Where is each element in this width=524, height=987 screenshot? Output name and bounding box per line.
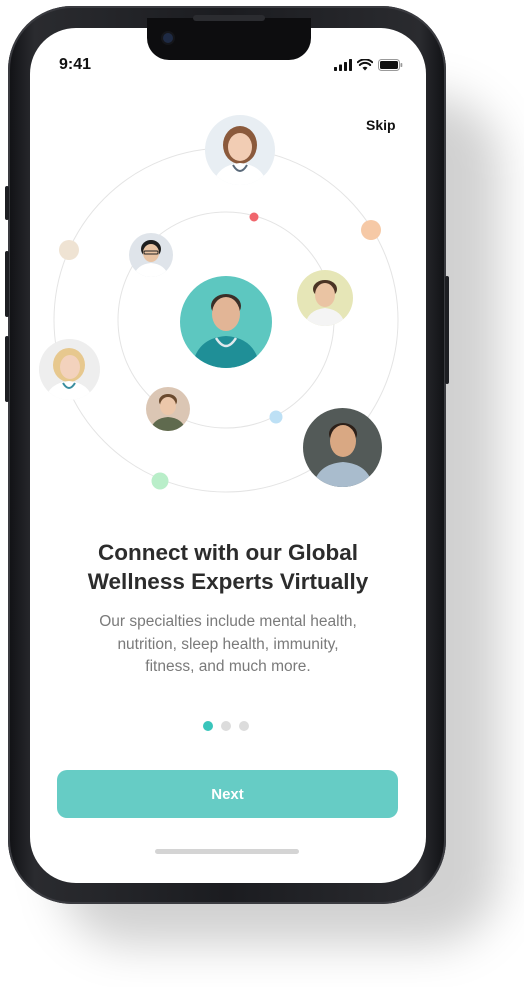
earpiece-speaker xyxy=(193,15,265,21)
pagination-dots xyxy=(203,721,249,731)
avatar-expert-smiling-man[interactable] xyxy=(297,270,353,326)
wifi-icon xyxy=(357,59,373,71)
skip-button[interactable]: Skip xyxy=(366,117,396,133)
avatar-expert-blonde-doctor[interactable] xyxy=(39,339,100,400)
title-line-1: Connect with our Global xyxy=(98,540,358,565)
subtitle-line-1: Our specialties include mental health, xyxy=(99,613,357,630)
onboarding-title: Connect with our Global Wellness Experts… xyxy=(30,538,426,596)
orbit-dot-beige xyxy=(59,240,79,260)
title-line-2: Wellness Experts Virtually xyxy=(87,569,369,594)
avatar-expert-asian-doctor[interactable] xyxy=(129,233,173,277)
avatar-expert-young-man[interactable] xyxy=(146,387,190,431)
status-time: 9:41 xyxy=(59,56,92,73)
subtitle-line-3: fitness, and much more. xyxy=(145,658,311,675)
pagination-dot-1[interactable] xyxy=(203,721,213,731)
orbit-dot-blue xyxy=(269,410,283,424)
front-camera xyxy=(163,33,173,43)
home-indicator[interactable] xyxy=(155,849,299,854)
battery-icon xyxy=(378,59,403,71)
subtitle-line-2: nutrition, sleep health, immunity, xyxy=(117,635,339,653)
orbit-dot-red xyxy=(249,212,259,222)
next-button[interactable]: Next xyxy=(57,770,398,818)
next-button-label: Next xyxy=(211,785,244,803)
onboarding-subtitle: Our specialties include mental health, n… xyxy=(60,611,396,679)
orbit-dot-green xyxy=(151,472,169,490)
avatar-expert-main-doctor[interactable] xyxy=(180,276,272,368)
cellular-signal-icon xyxy=(334,59,352,71)
pagination-dot-2[interactable] xyxy=(221,721,231,731)
pagination-dot-3[interactable] xyxy=(239,721,249,731)
orbit-dot-orange xyxy=(361,220,381,240)
avatar-expert-female-doctor[interactable] xyxy=(205,115,275,185)
status-icons xyxy=(334,59,403,71)
avatar-expert-bearded-man[interactable] xyxy=(303,408,382,487)
